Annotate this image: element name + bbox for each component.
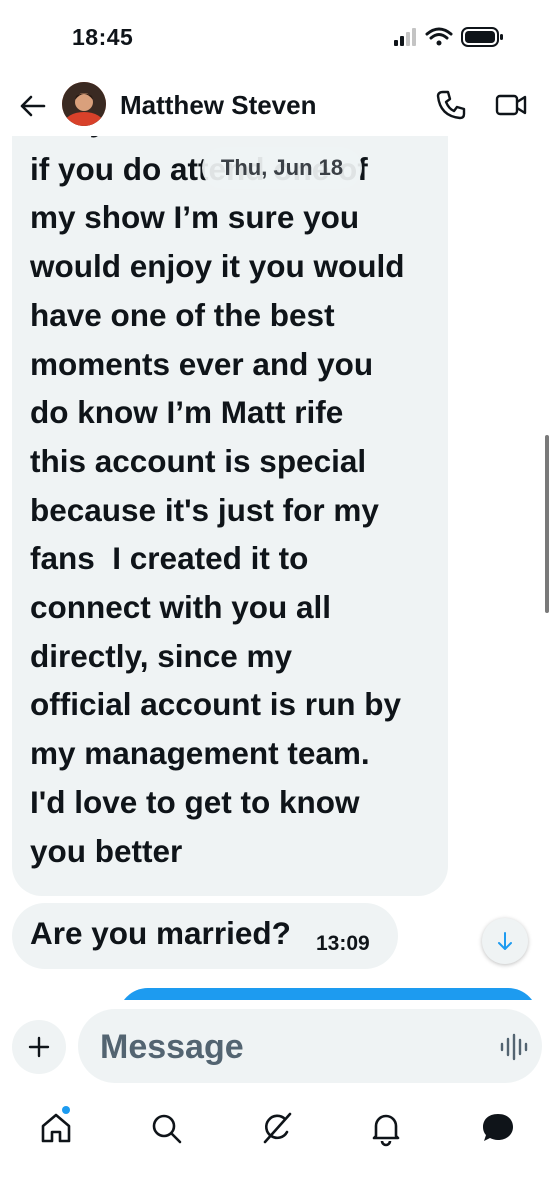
- date-separator: Thu, Jun 18: [202, 147, 362, 189]
- composer: [0, 1000, 554, 1096]
- grok-icon[interactable]: [257, 1108, 297, 1148]
- scroll-to-bottom-button[interactable]: [482, 918, 528, 964]
- back-arrow-icon[interactable]: [14, 88, 50, 124]
- phone-icon[interactable]: [434, 88, 468, 122]
- received-message[interactable]: Are you married? 13:09: [12, 903, 398, 969]
- home-icon[interactable]: [36, 1108, 76, 1148]
- received-message[interactable]: Okay that's sad I'd love if you do atten…: [12, 136, 448, 896]
- message-input-container[interactable]: [78, 1009, 542, 1083]
- contact-name[interactable]: Matthew Steven: [120, 90, 317, 121]
- tab-bar: [0, 1096, 554, 1200]
- message-list[interactable]: Okay that's sad I'd love if you do atten…: [0, 136, 554, 1006]
- signal-icon: [394, 27, 503, 47]
- notification-dot: [62, 1106, 70, 1114]
- message-timestamp: 13:09: [316, 932, 370, 955]
- plus-icon[interactable]: [12, 1020, 66, 1074]
- avatar[interactable]: [62, 82, 106, 126]
- message-input[interactable]: [98, 1021, 482, 1073]
- bell-icon[interactable]: [366, 1108, 406, 1148]
- wifi-icon: [425, 27, 453, 40]
- status-bar: 18:45: [0, 0, 554, 70]
- video-icon[interactable]: [494, 88, 528, 122]
- conversation-header: Matthew Steven: [0, 72, 554, 136]
- status-time: 18:45: [72, 24, 134, 50]
- battery-icon: [461, 27, 503, 47]
- status-icons: [390, 24, 510, 54]
- scrollbar[interactable]: [545, 435, 549, 613]
- search-icon[interactable]: [146, 1108, 186, 1148]
- voice-icon[interactable]: [498, 1031, 530, 1063]
- messages-icon[interactable]: [478, 1108, 518, 1148]
- message-text: Okay that's sad I'd love if you do atten…: [30, 136, 405, 869]
- scroll-down-icon: [498, 932, 512, 950]
- message-text: Are you married?: [30, 915, 291, 951]
